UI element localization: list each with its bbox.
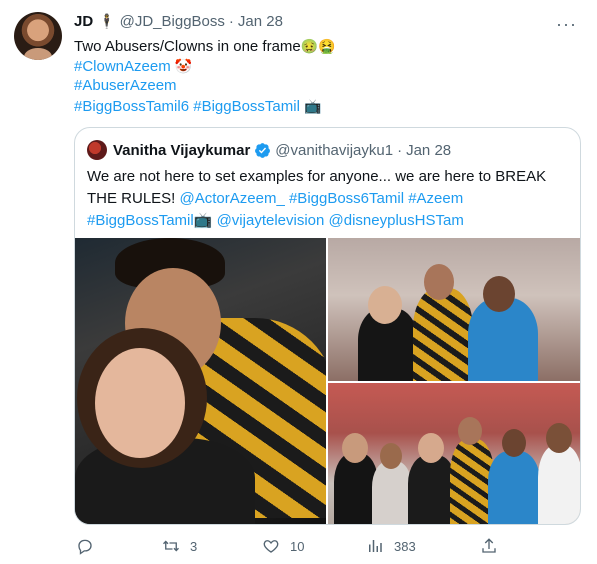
- separator-dot: ·: [228, 13, 234, 30]
- quoted-tweet[interactable]: Vanitha Vijaykumar @vanithavijayku1 · Ja…: [74, 127, 581, 525]
- photo-3-face-3: [418, 433, 444, 463]
- retweet-count: 3: [190, 538, 198, 554]
- views-chart-icon: [369, 540, 382, 552]
- heart-icon: [263, 540, 279, 553]
- photo-1-face-woman: [95, 348, 185, 458]
- photo-2[interactable]: [328, 238, 580, 381]
- quoted-line-2-text: THE RULES!: [87, 190, 180, 207]
- views-button[interactable]: 383: [366, 533, 416, 559]
- photo-2-figure-2: [413, 288, 473, 381]
- photo-2-face-2: [424, 264, 454, 300]
- retweet-icon: [163, 540, 179, 552]
- photo-2-face-3: [483, 276, 515, 312]
- share-icon: [482, 538, 496, 553]
- quoted-handle[interactable]: @vanithavijayku1: [275, 142, 393, 159]
- photo-2-face-1: [368, 286, 402, 324]
- share-button[interactable]: [480, 533, 508, 559]
- biggboss-emoji: 📺: [304, 98, 322, 114]
- more-horizontal-icon[interactable]: ···: [556, 14, 577, 35]
- tweet-line-3: #AbuserAzeem: [74, 76, 574, 96]
- photo-3-face-5: [502, 429, 526, 457]
- quoted-display-name[interactable]: Vanitha Vijaykumar: [113, 142, 250, 159]
- tweet-text: Two Abusers/Clowns in one frame🤢🤮 #Clown…: [74, 36, 574, 116]
- quoted-tweet-header: Vanitha Vijaykumar @vanithavijayku1 · Ja…: [87, 140, 451, 160]
- biggboss-emoji-quoted: 📺: [193, 212, 213, 229]
- reply-button[interactable]: [76, 533, 104, 559]
- photo-1[interactable]: [75, 238, 326, 524]
- views-count: 383: [394, 538, 416, 554]
- hashtag-biggboss[interactable]: #BiggBossTamil6 #BiggBossTamil: [74, 98, 300, 115]
- photo-3-figure-6: [538, 445, 580, 524]
- sick-emoji: 🤢🤮: [300, 38, 336, 54]
- handle[interactable]: @JD_BiggBoss: [120, 13, 225, 30]
- avatar[interactable]: [14, 12, 62, 60]
- quoted-date[interactable]: Jan 28: [406, 142, 451, 159]
- photo-3[interactable]: [328, 383, 580, 524]
- retweet-button[interactable]: 3: [162, 533, 197, 559]
- mention-vijaytelevision[interactable]: @vijaytelevision: [217, 212, 325, 229]
- tweet-line-2: #ClownAzeem 🤡: [74, 56, 574, 76]
- tweet-line-1: Two Abusers/Clowns in one frame🤢🤮: [74, 36, 574, 56]
- verified-badge-icon: [255, 142, 271, 158]
- quoted-separator-dot: ·: [397, 141, 403, 159]
- quoted-line-2: THE RULES! @ActorAzeem_ #BiggBoss6Tamil …: [87, 188, 567, 210]
- tweet-line-1-text: Two Abusers/Clowns in one frame: [74, 38, 301, 55]
- clown-emoji: 🤡: [174, 58, 193, 74]
- quoted-line-3: #BiggBossTamil📺 @vijaytelevision @disney…: [87, 210, 567, 232]
- tweet[interactable]: JD 🕴 @JD_BiggBoss · Jan 28 ··· Two Abuse…: [0, 0, 597, 564]
- like-button[interactable]: 10: [262, 533, 304, 559]
- photo-3-figure-5: [488, 451, 540, 524]
- hashtag-biggbosstamil[interactable]: #BiggBossTamil: [87, 212, 194, 229]
- hashtag-azeem[interactable]: #Azeem: [408, 190, 463, 207]
- photo-3-figure-2: [372, 461, 412, 524]
- reply-icon: [78, 539, 92, 555]
- hashtag-abuserazeem[interactable]: #AbuserAzeem: [74, 77, 177, 94]
- tweet-line-4: #BiggBossTamil6 #BiggBossTamil 📺: [74, 96, 574, 116]
- tweet-header: JD 🕴 @JD_BiggBoss · Jan 28: [74, 13, 283, 30]
- display-name[interactable]: JD: [74, 13, 93, 30]
- like-count: 10: [290, 538, 305, 554]
- photo-3-face-2: [380, 443, 402, 469]
- mention-actorazeem[interactable]: @ActorAzeem_: [180, 190, 285, 207]
- tweet-actions: 3 10 383: [74, 533, 554, 559]
- mention-disneyplushstam[interactable]: @disneyplusHSTam: [329, 212, 464, 229]
- hashtag-clownazeem[interactable]: #ClownAzeem: [74, 58, 171, 75]
- photo-3-figure-3: [408, 455, 456, 524]
- photo-3-face-4: [458, 417, 482, 445]
- quoted-tweet-text: We are not here to set examples for anyo…: [87, 166, 567, 232]
- quoted-avatar[interactable]: [87, 140, 107, 160]
- photo-3-face-6: [546, 423, 572, 453]
- tweet-date[interactable]: Jan 28: [238, 13, 283, 30]
- photo-3-face-1: [342, 433, 368, 463]
- hashtag-biggboss6tamil[interactable]: #BiggBoss6Tamil: [289, 190, 404, 207]
- quoted-line-1: We are not here to set examples for anyo…: [87, 168, 547, 185]
- name-emoji: 🕴: [98, 13, 116, 29]
